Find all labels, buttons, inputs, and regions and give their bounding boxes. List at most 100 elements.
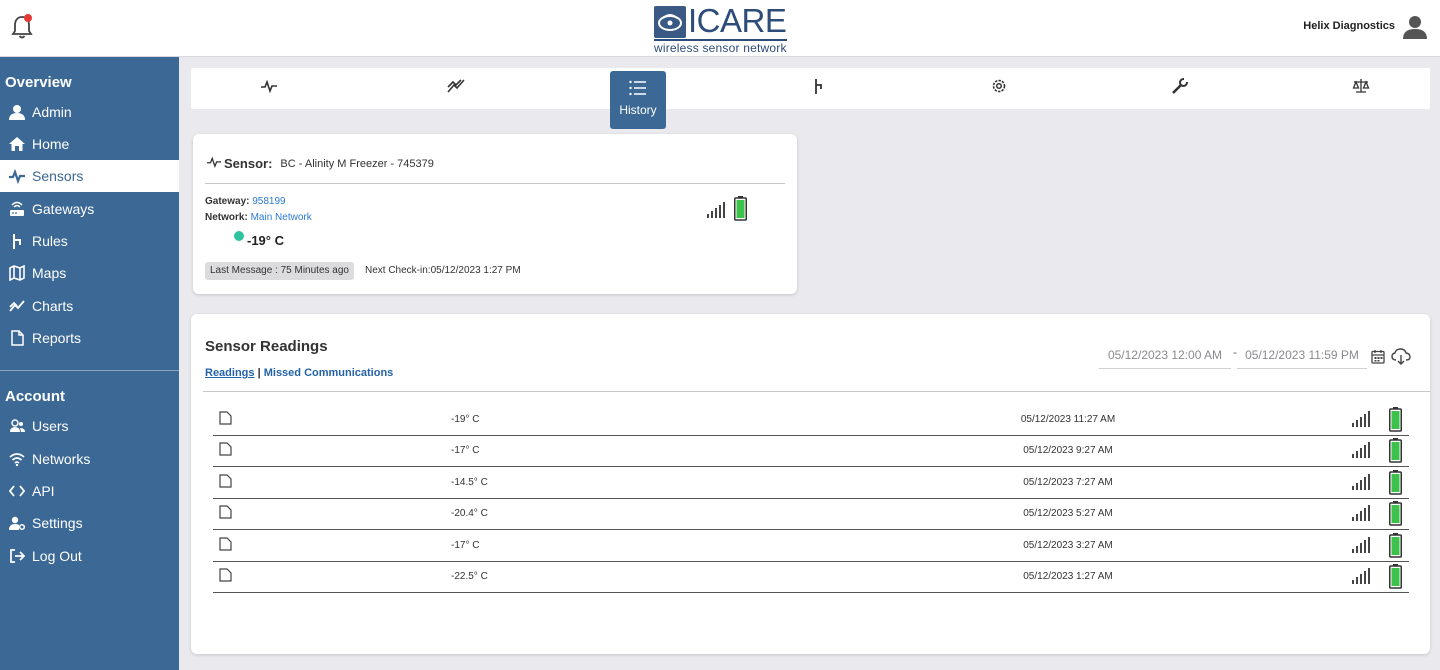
sidebar: Overview Admin Home Sensors Gateways Rul…: [0, 57, 179, 670]
reading-date: 05/12/2023 1:27 AM: [1023, 571, 1113, 582]
sidebar-item-label: Admin: [32, 104, 72, 120]
reading-temperature: -17° C: [451, 540, 480, 551]
signal-strength-icon: [1352, 535, 1374, 558]
status-dot: [234, 231, 244, 241]
organization-name: Helix Diagnostics: [1303, 20, 1395, 32]
reading-date: 05/12/2023 7:27 AM: [1023, 477, 1113, 488]
tab-readings[interactable]: Readings: [205, 367, 255, 379]
notification-bell-icon[interactable]: [10, 12, 36, 40]
table-row: -17° C 05/12/2023 3:27 AM: [213, 531, 1409, 562]
toolbar-calibrate-button[interactable]: [1331, 68, 1391, 109]
sensor-toolbar: [191, 68, 1430, 109]
document-icon[interactable]: [219, 568, 232, 587]
wifi-icon: [8, 450, 26, 468]
cloud-download-icon[interactable]: [1391, 348, 1411, 370]
sidebar-item-networks[interactable]: Networks: [0, 443, 179, 475]
sidebar-item-home[interactable]: Home: [0, 128, 179, 160]
table-row: -14.5° C 05/12/2023 7:27 AM: [213, 468, 1409, 499]
reading-temperature: -20.4° C: [451, 508, 488, 519]
user-gear-icon: [8, 514, 26, 532]
sensor-name: BC - Alinity M Freezer - 745379: [280, 157, 434, 170]
sensor-divider: [205, 183, 785, 184]
reading-temperature: -14.5° C: [451, 477, 488, 488]
wrench-icon: [1171, 77, 1189, 100]
battery-icon: [734, 196, 747, 226]
sidebar-item-label: Log Out: [32, 548, 82, 564]
current-temperature: -19° C: [247, 233, 284, 248]
toolbar-trend-button[interactable]: [426, 68, 486, 109]
user-icon: [8, 103, 26, 121]
sidebar-item-label: Sensors: [32, 168, 84, 184]
branch-icon: [810, 78, 826, 99]
sidebar-item-maps[interactable]: Maps: [0, 257, 179, 289]
reading-date: 05/12/2023 5:27 AM: [1023, 508, 1113, 519]
reading-temperature: -17° C: [451, 445, 480, 456]
sidebar-item-label: Settings: [32, 515, 83, 531]
date-range-start-input[interactable]: 05/12/2023 12:00 AM: [1099, 345, 1231, 369]
date-range-end-input[interactable]: 05/12/2023 11:59 PM: [1237, 345, 1367, 369]
network-line: Network: Main Network: [205, 212, 312, 223]
trend-icon: [447, 78, 465, 99]
sidebar-item-label: Home: [32, 136, 70, 152]
document-icon[interactable]: [219, 442, 232, 461]
calendar-icon[interactable]: [1371, 349, 1385, 369]
signal-strength-icon: [1352, 566, 1374, 589]
account-user-icon[interactable]: [1402, 14, 1428, 40]
sidebar-item-api[interactable]: API: [0, 475, 179, 507]
sensor-header: Sensor: BC - Alinity M Freezer - 745379: [207, 154, 434, 173]
document-icon[interactable]: [219, 474, 232, 493]
sidebar-item-admin[interactable]: Admin: [0, 96, 179, 128]
branch-icon: [8, 232, 26, 250]
sidebar-item-charts[interactable]: Charts: [0, 290, 179, 322]
sidebar-item-settings[interactable]: Settings: [0, 507, 179, 539]
sidebar-item-label: Networks: [32, 451, 91, 467]
history-list-icon: [629, 80, 647, 101]
tab-separator: |: [257, 367, 261, 379]
sidebar-item-logout[interactable]: Log Out: [0, 540, 179, 572]
sidebar-item-reports[interactable]: Reports: [0, 322, 179, 354]
logo-subtitle: wireless sensor network: [654, 41, 787, 55]
toolbar-rules-button[interactable]: [788, 68, 848, 109]
toolbar-history-button[interactable]: History: [610, 71, 666, 129]
sidebar-item-gateways[interactable]: Gateways: [0, 193, 179, 225]
gateway-link[interactable]: 958199: [252, 196, 285, 207]
battery-icon: [1389, 533, 1402, 563]
sensor-label: Sensor:: [224, 156, 273, 171]
battery-icon: [1389, 407, 1402, 437]
signal-strength-icon: [1352, 503, 1374, 526]
document-icon[interactable]: [219, 537, 232, 556]
sidebar-divider: [0, 370, 179, 371]
sidebar-item-label: API: [32, 483, 55, 499]
reading-temperature: -19° C: [451, 414, 480, 425]
battery-icon: [1389, 501, 1402, 531]
tab-missed-communications[interactable]: Missed Communications: [264, 367, 394, 379]
sidebar-item-rules[interactable]: Rules: [0, 225, 179, 257]
logo-text: ICARE: [688, 2, 787, 39]
readings-tabs: Readings | Missed Communications: [205, 367, 393, 379]
sidebar-item-label: Maps: [32, 265, 67, 281]
toolbar-pulse-button[interactable]: [239, 68, 299, 109]
network-link[interactable]: Main Network: [251, 212, 312, 223]
pulse-icon: [207, 154, 221, 173]
toolbar-tools-button[interactable]: [1150, 68, 1210, 109]
toolbar-settings-button[interactable]: [969, 68, 1029, 109]
readings-divider: [203, 391, 1430, 392]
sidebar-item-label: Rules: [32, 233, 68, 249]
icare-logo: ICARE wireless sensor network: [652, 2, 792, 55]
reading-date: 05/12/2023 9:27 AM: [1023, 445, 1113, 456]
sidebar-item-users[interactable]: Users: [0, 410, 179, 442]
sensor-readings-card: Sensor Readings Readings | Missed Commun…: [191, 314, 1430, 654]
document-icon[interactable]: [219, 505, 232, 524]
chart-icon: [8, 297, 26, 315]
signal-strength-icon: [1352, 409, 1374, 432]
document-icon[interactable]: [219, 411, 232, 430]
last-message-badge: Last Message : 75 Minutes ago: [205, 262, 354, 280]
gateway-label: Gateway:: [205, 196, 250, 207]
logo-mark-icon: [654, 6, 686, 38]
table-row: -19° C 05/12/2023 11:27 AM: [213, 405, 1409, 436]
sidebar-item-label: Charts: [32, 298, 74, 314]
code-icon: [8, 482, 26, 500]
signal-strength-icon: [707, 200, 729, 223]
network-label: Network:: [205, 212, 248, 223]
sidebar-item-sensors[interactable]: Sensors: [0, 160, 179, 192]
